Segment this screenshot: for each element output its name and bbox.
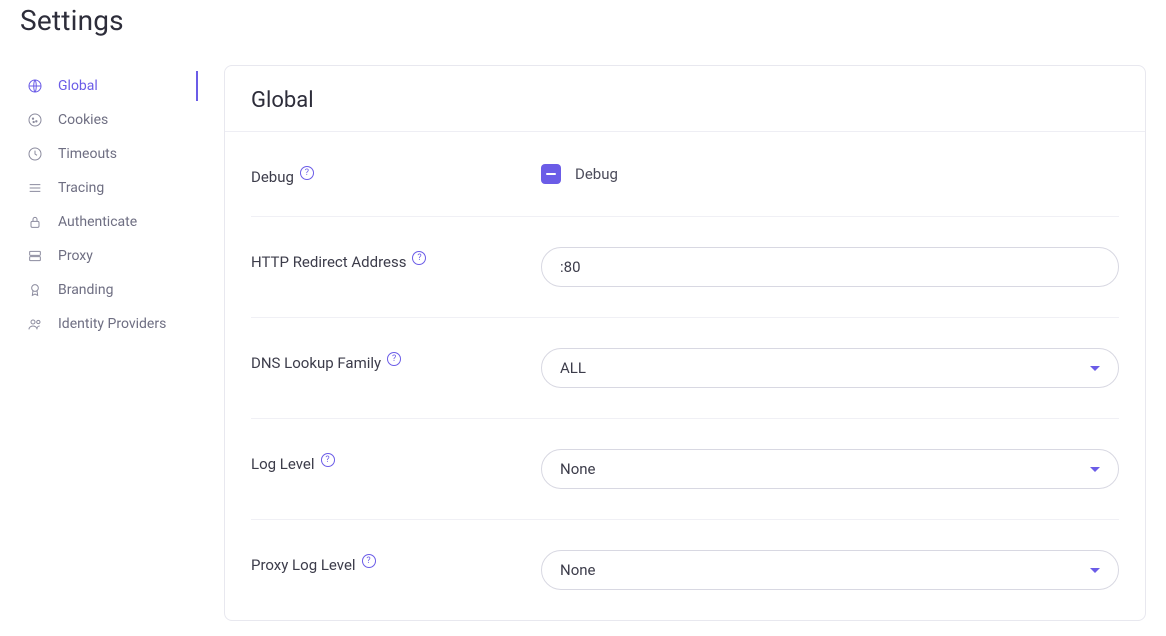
field-label: DNS Lookup Family: [251, 354, 381, 372]
chevron-down-icon: [1090, 568, 1100, 573]
sidebar-item-label: Timeouts: [58, 146, 117, 162]
select-value: ALL: [560, 359, 586, 377]
help-icon[interactable]: ?: [321, 453, 335, 467]
globe-icon: [26, 77, 44, 95]
indeterminate-icon: [546, 173, 556, 176]
help-icon[interactable]: ?: [387, 352, 401, 366]
lock-icon: [26, 213, 44, 231]
debug-checkbox[interactable]: [541, 164, 561, 184]
help-icon[interactable]: ?: [300, 166, 314, 180]
field-label: Proxy Log Level: [251, 556, 356, 574]
field-label: HTTP Redirect Address: [251, 253, 406, 271]
lines-icon: [26, 179, 44, 197]
field-row-dns-lookup-family: DNS Lookup Family ? ALL: [251, 318, 1119, 419]
chevron-down-icon: [1090, 467, 1100, 472]
sidebar-item-global[interactable]: Global: [20, 69, 200, 103]
sidebar-item-timeouts[interactable]: Timeouts: [20, 137, 200, 171]
cookie-icon: [26, 111, 44, 129]
sidebar-item-label: Global: [58, 78, 98, 94]
card-header: Global: [225, 66, 1145, 132]
field-row-debug: Debug ? Debug: [251, 132, 1119, 217]
sidebar-item-authenticate[interactable]: Authenticate: [20, 205, 200, 239]
clock-icon: [26, 145, 44, 163]
select-value: None: [560, 460, 596, 478]
log-level-select[interactable]: None: [541, 449, 1119, 489]
settings-card: Global Debug ? Debug: [224, 65, 1146, 621]
field-label: Log Level: [251, 455, 315, 473]
select-value: None: [560, 561, 596, 579]
sidebar-item-cookies[interactable]: Cookies: [20, 103, 200, 137]
field-row-log-level: Log Level ? None: [251, 419, 1119, 520]
sidebar-item-label: Branding: [58, 282, 113, 298]
proxy-log-level-select[interactable]: None: [541, 550, 1119, 590]
field-label: Debug: [251, 168, 294, 186]
sidebar-item-proxy[interactable]: Proxy: [20, 239, 200, 273]
checkbox-label: Debug: [575, 165, 618, 183]
http-redirect-address-input[interactable]: [541, 247, 1119, 287]
sidebar-item-label: Proxy: [58, 248, 93, 264]
settings-sidebar: Global Cookies Timeouts Tracing: [20, 65, 200, 341]
chevron-down-icon: [1090, 366, 1100, 371]
help-icon[interactable]: ?: [412, 251, 426, 265]
sidebar-item-identity-providers[interactable]: Identity Providers: [20, 307, 200, 341]
sidebar-item-branding[interactable]: Branding: [20, 273, 200, 307]
sidebar-item-label: Identity Providers: [58, 316, 166, 332]
sidebar-item-tracing[interactable]: Tracing: [20, 171, 200, 205]
badge-icon: [26, 281, 44, 299]
server-icon: [26, 247, 44, 265]
sidebar-item-label: Cookies: [58, 112, 108, 128]
sidebar-item-label: Tracing: [58, 180, 104, 196]
dns-lookup-family-select[interactable]: ALL: [541, 348, 1119, 388]
page-title: Settings: [20, 4, 1146, 37]
field-row-http-redirect-address: HTTP Redirect Address ?: [251, 217, 1119, 318]
help-icon[interactable]: ?: [362, 554, 376, 568]
card-title: Global: [251, 88, 1119, 113]
field-row-proxy-log-level: Proxy Log Level ? None: [251, 520, 1119, 620]
users-icon: [26, 315, 44, 333]
sidebar-item-label: Authenticate: [58, 214, 137, 230]
